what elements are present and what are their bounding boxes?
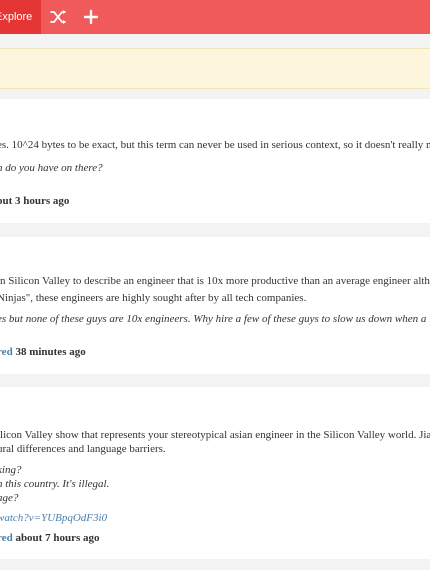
definition-text: in Silicon Valley to describe an enginee… bbox=[0, 275, 430, 287]
post-meta: red about 7 hours ago bbox=[0, 532, 99, 544]
definition-card: ilicon Valley show that represents your … bbox=[0, 387, 430, 559]
definition-text: es. 10^24 bytes to be exact, but this te… bbox=[0, 139, 430, 151]
explore-tab[interactable]: Explore bbox=[0, 0, 41, 34]
post-time: about 7 hours ago bbox=[15, 532, 100, 544]
add-definition-button[interactable] bbox=[77, 0, 105, 34]
example-text: age? bbox=[0, 492, 19, 504]
definition-card: es. 10^24 bytes to be exact, but this te… bbox=[0, 99, 430, 223]
post-time: 38 minutes ago bbox=[15, 346, 86, 358]
example-text: es but none of these guys are 10x engine… bbox=[0, 313, 430, 325]
author-link[interactable]: red bbox=[0, 346, 13, 358]
definition-card: : in Silicon Valley to describe an engin… bbox=[0, 237, 430, 374]
notice-banner bbox=[0, 48, 430, 89]
post-time: out 3 hours ago bbox=[0, 195, 70, 207]
explore-tab-label: Explore bbox=[0, 11, 33, 23]
example-text: n this country. It's illegal. bbox=[0, 478, 110, 490]
author-link[interactable]: red bbox=[0, 532, 13, 544]
post-meta: out 3 hours ago bbox=[0, 195, 69, 207]
definition-text: Ninjas", these engineers are highly soug… bbox=[0, 292, 307, 304]
post-meta: red 38 minutes ago bbox=[0, 346, 86, 358]
example-text: n do you have on there? bbox=[0, 162, 103, 174]
video-link[interactable]: watch?v=YUBpqOdF3i0 bbox=[0, 512, 107, 524]
shuffle-icon bbox=[50, 10, 66, 24]
definition-text: ural differences and language barriers. bbox=[0, 443, 166, 455]
example-text: king? bbox=[0, 464, 22, 476]
plus-icon bbox=[83, 9, 99, 25]
top-nav-bar: Explore bbox=[0, 0, 430, 34]
definition-text: ilicon Valley show that represents your … bbox=[0, 429, 430, 441]
shuffle-button[interactable] bbox=[44, 0, 72, 34]
